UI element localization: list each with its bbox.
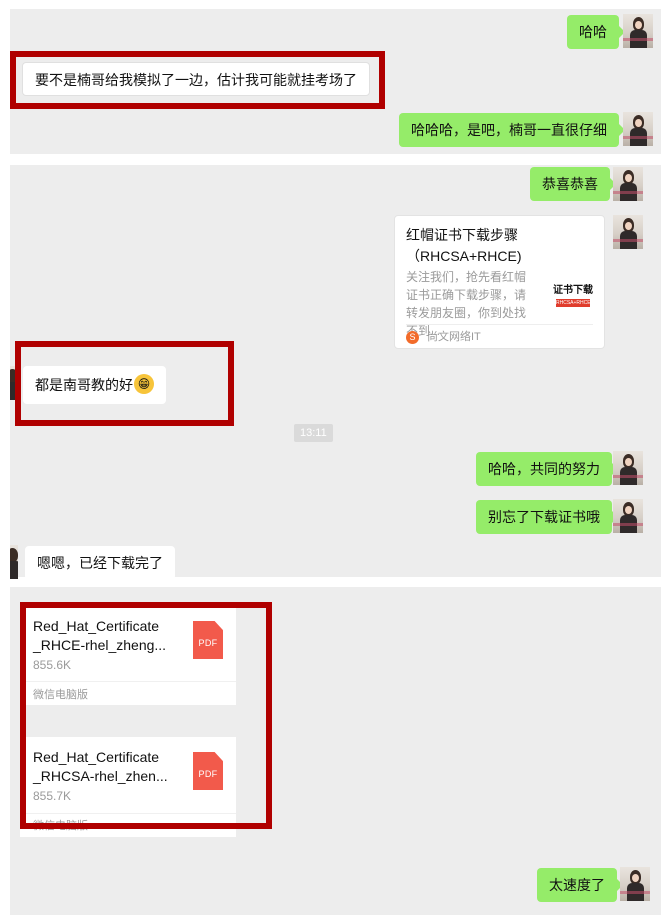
message-bubble-mine[interactable]: 哈哈，共同的努力 — [476, 452, 618, 486]
card-divider — [406, 324, 593, 325]
message-bubble-mine[interactable]: 哈哈哈，是吧，楠哥一直很仔细 — [399, 113, 625, 147]
message-bubble-mine[interactable]: 别忘了下载证书哦 — [476, 500, 618, 534]
highlight-box — [10, 51, 385, 109]
avatar-mine[interactable] — [623, 14, 653, 48]
avatar-mine[interactable] — [623, 112, 653, 146]
timestamp: 13:11 — [294, 424, 333, 442]
avatar-mine[interactable] — [613, 451, 643, 485]
message-bubble-mine[interactable]: 恭喜恭喜 — [530, 167, 616, 201]
message-bubble-other[interactable]: 嗯嗯，已经下载完了 — [25, 546, 175, 580]
highlight-box — [20, 602, 272, 829]
shared-article-card[interactable]: 红帽证书下载步骤（RHCSA+RHCE) 关注我们，抢先看红帽证书正确下载步骤，… — [394, 215, 605, 349]
message-bubble-mine[interactable]: 太速度了 — [537, 868, 623, 902]
thumbnail-title: 证书下载 — [553, 285, 593, 296]
avatar-mine[interactable] — [613, 499, 643, 533]
message-bubble-mine[interactable]: 哈哈 — [567, 15, 625, 49]
avatar-mine[interactable] — [613, 167, 643, 201]
article-thumbnail: 证书下载 RHCSA+RHCE — [547, 278, 599, 312]
avatar-contact[interactable] — [10, 545, 18, 579]
source-icon: S — [406, 331, 419, 344]
avatar-mine[interactable] — [613, 215, 643, 249]
avatar-mine[interactable] — [620, 867, 650, 901]
highlight-box — [15, 341, 234, 426]
thumbnail-caption: RHCSA+RHCE — [556, 299, 591, 307]
article-title: 红帽证书下载步骤（RHCSA+RHCE) — [406, 227, 522, 264]
article-source: 尚文网络IT — [427, 331, 481, 343]
